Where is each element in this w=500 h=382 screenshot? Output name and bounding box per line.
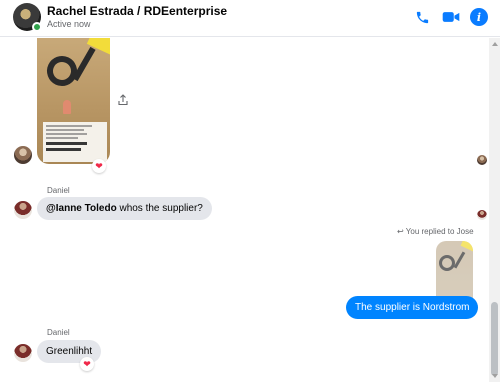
- chat-title[interactable]: Rachel Estrada / RDEenterprise: [47, 4, 227, 18]
- outgoing-message-bubble[interactable]: The supplier is Nordstrom: [346, 296, 479, 319]
- shared-photo-message[interactable]: [37, 38, 110, 164]
- info-glyph: i: [470, 8, 488, 26]
- read-receipt-avatar: [477, 210, 487, 220]
- replied-to-note: ↩ You replied to Jose: [397, 227, 474, 236]
- contact-avatar[interactable]: [13, 3, 42, 32]
- sender-name: Daniel: [47, 186, 70, 195]
- mention-link[interactable]: @Ianne Toledo: [46, 203, 117, 214]
- heart-icon[interactable]: ❤: [80, 357, 94, 371]
- message-thread: ❤ Daniel @Ianne Toledo whos the supplier…: [0, 38, 488, 382]
- sender-avatar-daniel[interactable]: [14, 201, 32, 219]
- scroll-up-arrow[interactable]: [492, 42, 498, 46]
- sender-avatar-rachel[interactable]: [14, 146, 32, 164]
- online-status-dot: [32, 22, 42, 32]
- active-status: Active now: [47, 19, 91, 29]
- heart-icon[interactable]: ❤: [92, 159, 106, 173]
- photo-logo-bar: [72, 46, 96, 82]
- message-text: whos the supplier?: [116, 203, 203, 214]
- scroll-down-arrow[interactable]: [492, 374, 498, 378]
- replied-photo-preview[interactable]: [436, 241, 473, 301]
- messenger-chat-window: Rachel Estrada / RDEenterprise Active no…: [0, 0, 500, 382]
- message-bubble[interactable]: @Ianne Toledo whos the supplier?: [37, 197, 212, 220]
- share-icon[interactable]: [117, 93, 129, 106]
- sender-avatar-daniel[interactable]: [14, 344, 32, 362]
- chat-header: Rachel Estrada / RDEenterprise Active no…: [0, 0, 500, 37]
- read-receipt-avatar: [477, 155, 487, 165]
- reply-arrow-icon: ↩: [397, 227, 404, 236]
- sender-name: Daniel: [47, 328, 70, 337]
- replied-to-text: You replied to Jose: [405, 227, 474, 236]
- photo-sticker: [63, 100, 71, 114]
- info-icon[interactable]: i: [469, 7, 489, 27]
- scrollbar-thumb[interactable]: [491, 302, 498, 376]
- video-camera-icon[interactable]: [441, 7, 461, 27]
- scrollbar[interactable]: [489, 38, 500, 382]
- photo-shipping-label: [43, 122, 107, 162]
- phone-icon[interactable]: [412, 7, 432, 27]
